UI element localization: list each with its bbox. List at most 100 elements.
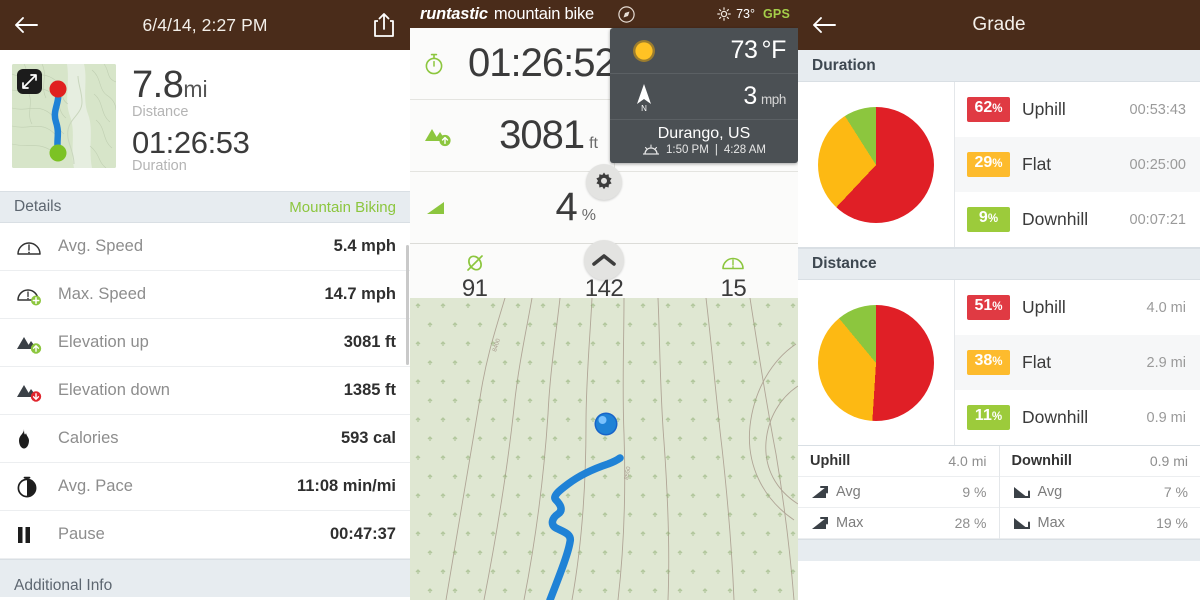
legend-label: Uphill: [1022, 297, 1066, 317]
weather-wind-row: N 3 mph: [610, 74, 798, 120]
weather-panel[interactable]: 73 °F N 3 mph Durango, US 1:50 PM | 4:28 A…: [610, 28, 798, 163]
legend-label: Uphill: [1022, 99, 1066, 119]
status-badge: 38%: [967, 350, 1010, 375]
uphill-avg-row: Avg 9 %: [798, 477, 999, 508]
row-value: 11:08 min/mi: [296, 477, 396, 496]
metric-duration[interactable]: 01:26:52: [410, 28, 617, 100]
temperature-status: 73°: [736, 7, 755, 21]
legend-value: 00:53:43: [1129, 101, 1186, 118]
speedometer-plus-icon: [16, 284, 58, 306]
arrow-left-icon[interactable]: [812, 16, 846, 34]
page-title: 6/4/14, 2:27 PM: [142, 14, 268, 35]
legend-row-downhill[interactable]: 11% Downhill 0.9 mi: [955, 390, 1200, 445]
uphill-max-row: Max 28 %: [798, 508, 999, 539]
sun-filled-icon: [622, 34, 666, 68]
weather-location: Durango, US: [657, 125, 751, 142]
session-navbar: 6/4/14, 2:27 PM: [0, 0, 410, 50]
duration-label: Duration: [132, 158, 187, 175]
badge-percent: 9: [978, 209, 988, 226]
duration-pie-wrapper: [798, 82, 955, 247]
pace-icon: [16, 476, 58, 498]
legend-label: Downhill: [1022, 209, 1089, 229]
pause-icon: [16, 525, 58, 545]
table-row[interactable]: Elevation up 3081 ft: [0, 319, 410, 368]
badge-percent: 38: [974, 352, 993, 369]
row-value: 5.4 mph: [333, 237, 396, 256]
downhill-title: Downhill: [1011, 453, 1072, 469]
wind-number: 3: [743, 82, 757, 110]
gps-status: GPS: [763, 7, 790, 21]
row-value: 14.7 mph: [324, 285, 396, 304]
downhill-avg-value: 7 %: [1163, 484, 1188, 500]
legend-row-flat[interactable]: 38% Flat 2.9 mi: [955, 335, 1200, 390]
row-label: Elevation up: [58, 333, 149, 352]
downhill-max-value: 19 %: [1156, 515, 1188, 531]
uphill-total: 4.0 mi: [948, 453, 987, 469]
elevation-up-icon: [424, 124, 468, 148]
legend-value: 4.0 mi: [1146, 299, 1187, 316]
scrollbar[interactable]: [406, 245, 409, 365]
distance-grade-block: 51% Uphill 4.0 mi 38% Flat 2.9 mi 11% Do…: [798, 280, 1200, 446]
chevron-up-icon[interactable]: [584, 240, 624, 280]
table-row[interactable]: Max. Speed 14.7 mph: [0, 271, 410, 320]
temperature-unit: °F: [761, 36, 787, 64]
gear-icon[interactable]: [586, 164, 622, 200]
duration-metric-value: 01:26:52: [468, 41, 617, 86]
flame-icon: [16, 428, 58, 450]
badge-pct-sign: %: [992, 103, 1003, 115]
duration-pie-chart: [818, 106, 934, 223]
uphill-arrow-icon: [810, 515, 836, 531]
additional-info-header[interactable]: Additional Info: [0, 559, 410, 598]
compass-icon[interactable]: [618, 5, 635, 23]
elevation-down-icon: [16, 380, 58, 402]
legend-value: 00:25:00: [1129, 156, 1186, 173]
live-map[interactable]: 8400 8550: [410, 298, 798, 600]
weather-temperature: 73 °F: [730, 36, 787, 65]
legend-row-uphill[interactable]: 51% Uphill 4.0 mi: [955, 280, 1200, 335]
metric-number: 01:26:52: [468, 41, 617, 85]
duration-section-header: Duration: [798, 50, 1200, 82]
grade-summary-table: Uphill 4.0 mi Avg 9 % Max 28 % Downhill …: [798, 446, 1200, 539]
table-row[interactable]: Pause 00:47:37: [0, 511, 410, 560]
table-row[interactable]: Avg. Speed 5.4 mph: [0, 223, 410, 272]
sun-times-separator: |: [714, 144, 718, 156]
table-row[interactable]: Calories 593 cal: [0, 415, 410, 464]
live-tracking-panel: runtastic mountain bike 73° GPS 01:26:52…: [410, 0, 798, 600]
compass-north-icon: N: [622, 82, 666, 112]
metric-elevation[interactable]: 3081 ft: [410, 100, 615, 172]
temperature-number: 73: [730, 36, 758, 64]
downhill-arrow-icon: [1012, 484, 1038, 500]
grade-navbar: Grade: [798, 0, 1200, 50]
status-badge: 9%: [967, 207, 1010, 232]
badge-percent: 11: [974, 407, 992, 424]
route-map-thumbnail[interactable]: [12, 64, 116, 168]
status-badge: 11%: [967, 405, 1010, 430]
row-label: Pause: [58, 525, 105, 544]
badge-pct-sign: %: [987, 213, 999, 225]
details-section-header: Details Mountain Biking: [0, 191, 410, 224]
share-icon[interactable]: [372, 12, 396, 38]
legend-row-uphill[interactable]: 62% Uphill 00:53:43: [955, 82, 1200, 137]
arrow-left-icon[interactable]: [14, 16, 48, 34]
duration-grade-block: 62% Uphill 00:53:43 29% Flat 00:25:00 9%…: [798, 82, 1200, 248]
duration-value: 01:26:53: [132, 124, 250, 160]
table-row[interactable]: Avg. Pace 11:08 min/mi: [0, 463, 410, 512]
downhill-max-label: Max: [1037, 515, 1065, 531]
distance-pie-chart: [818, 304, 934, 421]
row-value: 3081 ft: [343, 333, 396, 352]
table-row[interactable]: Elevation down 1385 ft: [0, 367, 410, 416]
uphill-max-label: Max: [836, 515, 864, 531]
expand-icon[interactable]: [17, 69, 42, 94]
legend-label: Flat: [1022, 352, 1052, 372]
badge-percent: 62: [974, 99, 993, 116]
legend-row-flat[interactable]: 29% Flat 00:25:00: [955, 137, 1200, 192]
sun-times-row: 1:50 PM | 4:28 AM: [610, 144, 798, 163]
activity-type-label: Mountain Biking: [289, 198, 396, 216]
elevation-metric-value: 3081 ft: [499, 113, 598, 158]
wind-unit: mph: [760, 92, 786, 107]
weather-temp-row: 73 °F: [610, 28, 798, 74]
legend-row-downhill[interactable]: 9% Downhill 00:07:21: [955, 192, 1200, 247]
distance-number: 7.8: [132, 64, 184, 106]
grade-footer-spacer: [798, 539, 1200, 561]
row-value: 593 cal: [340, 429, 396, 448]
